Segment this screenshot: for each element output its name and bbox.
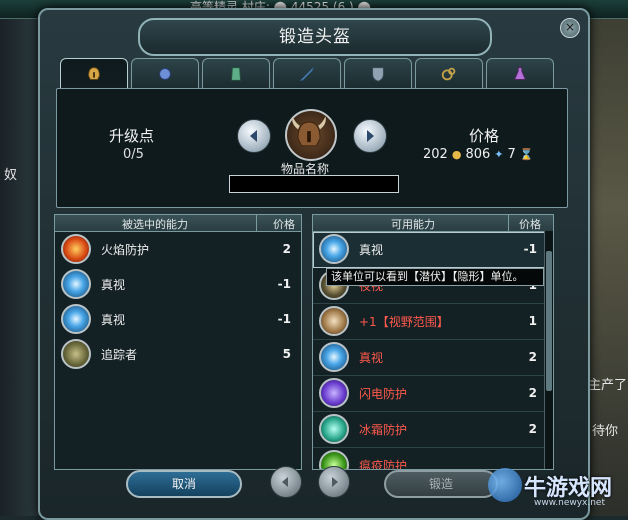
tracker-icon [61,339,91,369]
scrollbar-thumb[interactable] [546,251,552,391]
gold-value: 202 [423,147,448,162]
true-sight-icon [61,269,91,299]
sword-icon [299,67,314,81]
upgrade-points-label: 升级点 [109,127,155,145]
prev-item-button[interactable] [237,119,271,153]
tab-ring[interactable] [415,58,483,89]
fire-protection-icon [61,234,91,264]
arrow-left-icon [250,130,257,142]
selected-ability-row[interactable]: 真视 -1 [55,302,301,337]
available-ability-row[interactable]: 闪电防护 2 [313,376,553,412]
available-header-price: 价格 [519,218,541,231]
ability-name: 火焰防护 [101,243,150,257]
upgrade-points-value: 0/5 [123,147,144,162]
ability-name: 闪电防护 [359,387,408,401]
watermark-url: www.newyx.net [534,498,606,508]
armor-icon [231,67,241,81]
next-item-button[interactable] [353,119,387,153]
tab-sword[interactable] [273,58,341,89]
available-ability-row[interactable]: 冰霜防护 2 [313,412,553,448]
ability-name: +1【视野范围】 [359,315,449,329]
mana-crystal-icon: ✦ [494,148,504,161]
ability-price: -1 [523,242,537,256]
arrow-right-icon [367,130,374,142]
item-summary-panel: 升级点 0/5 物品名称 价格 202 ● 806 ✦ 7 ⌛ [56,88,568,208]
price-values: 202 ● 806 ✦ 7 ⌛ [423,147,533,162]
available-abilities-header: 可用能力 价格 [313,215,553,232]
item-name-field[interactable] [229,175,399,193]
forge-button[interactable]: 锻造 [384,470,498,498]
tab-armor[interactable] [202,58,270,89]
header-divider [256,215,257,231]
sight-range-icon [319,306,349,336]
tab-helmet[interactable] [60,58,128,89]
selected-header-name: 被选中的能力 [122,218,188,231]
true-sight-icon [61,304,91,334]
available-list-scrollbar[interactable] [544,231,553,469]
shock-protection-icon [319,378,349,408]
ability-price: 2 [282,242,291,256]
ability-price: 1 [528,314,537,328]
hourglass-icon: ⌛ [519,148,534,161]
forge-helmet-window: 锻造头盔 × 升级点 0/5 物品名称 价格 202 ● 806 ✦ 7 ⌛ 被… [38,8,590,520]
add-ability-button[interactable] [318,466,350,498]
gold-icon: ● [451,148,462,161]
frost-protection-icon [319,414,349,444]
horned-helmet-icon [292,116,326,147]
equipment-tabs [60,58,560,89]
ability-name: 真视 [101,278,126,292]
ability-name: 真视 [359,243,384,257]
available-header-name: 可用能力 [391,218,435,231]
shield-icon [372,67,384,82]
cancel-button[interactable]: 取消 [126,470,242,498]
ability-price: -1 [277,277,291,291]
potion-icon [513,67,527,80]
selected-header-price: 价格 [273,218,295,231]
side-text-right-2: 待你 [592,424,619,439]
helmet-icon [88,67,100,80]
tab-gem[interactable] [131,58,199,89]
available-ability-row[interactable]: 瘟疫防护 [313,448,553,470]
selected-ability-row[interactable]: 火焰防护 2 [55,232,301,267]
ability-name: 瘟疫防护 [359,459,408,470]
ability-name: 真视 [101,313,126,327]
ring-icon [441,67,456,81]
available-ability-row[interactable]: 真视 -1 [313,232,553,268]
side-text-left: 奴 [4,168,18,183]
watermark-logo-icon [488,468,522,502]
close-button[interactable]: × [560,18,580,38]
helmet-item-icon [285,109,337,161]
tab-potion[interactable] [486,58,554,89]
available-ability-row[interactable]: +1【视野范围】 1 [313,304,553,340]
ability-price: 2 [528,422,537,436]
selected-abilities-header: 被选中的能力 价格 [55,215,301,232]
ability-name: 冰霜防护 [359,423,408,437]
selected-abilities-list: 被选中的能力 价格 火焰防护 2 真视 -1 真视 -1 追踪者 5 [54,214,302,470]
ability-name: 追踪者 [101,348,138,362]
side-text-right-1: 主产了 [588,378,628,393]
diamond-right-icon [332,477,338,487]
remove-ability-button[interactable] [270,466,302,498]
backdrop-left [0,0,40,516]
ability-name: 真视 [359,351,384,365]
window-title: 锻造头盔 [138,18,492,56]
ability-tooltip: 该单位可以看到【潜伏】【隐形】单位。 [326,268,544,286]
selected-ability-row[interactable]: 追踪者 5 [55,337,301,372]
gem-icon [159,68,171,80]
available-abilities-list: 可用能力 价格 真视 -1 夜视 1 +1【视野范围】 1 真视 2 闪电防护 … [312,214,554,470]
ability-price: 2 [528,386,537,400]
ability-price: -1 [277,312,291,326]
diamond-left-icon [282,477,288,487]
available-ability-row[interactable]: 真视 2 [313,340,553,376]
ability-price: 2 [528,350,537,364]
ability-price: 5 [282,347,291,361]
price-label: 价格 [469,127,500,145]
header-divider [508,215,509,231]
true-sight-icon [319,234,349,264]
tab-shield[interactable] [344,58,412,89]
mana-value: 806 [465,147,491,162]
true-sight-icon [319,342,349,372]
time-value: 7 [507,147,516,162]
selected-ability-row[interactable]: 真视 -1 [55,267,301,302]
